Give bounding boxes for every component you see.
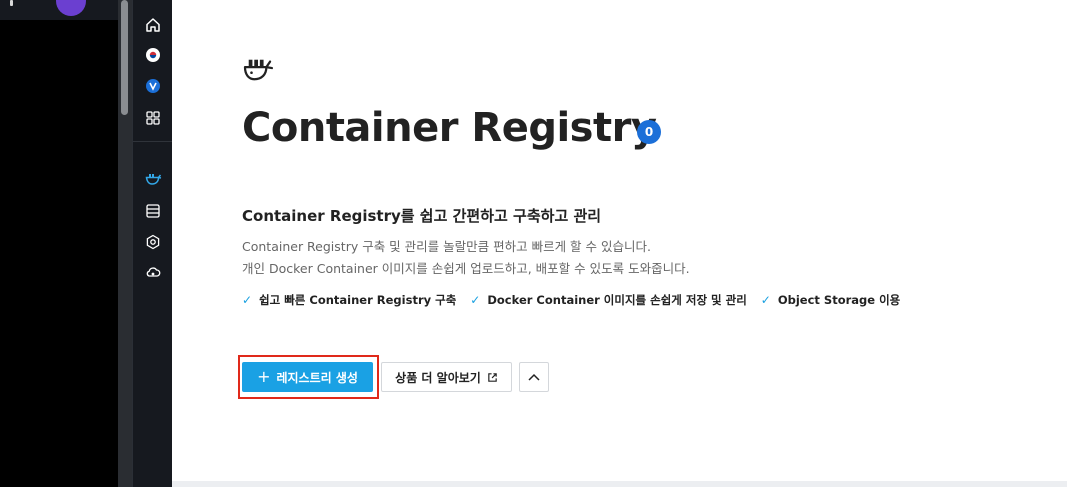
korea-flag-icon <box>146 48 160 62</box>
feature-list: ✓ 쉽고 빠른 Container Registry 구축 ✓ Docker C… <box>242 292 900 308</box>
service-rail <box>132 0 173 487</box>
rail-divider <box>133 141 173 142</box>
scrollbar-thumb[interactable] <box>121 0 128 115</box>
v-badge-icon <box>146 79 160 93</box>
feature-label: 쉽고 빠른 Container Registry 구축 <box>259 293 457 307</box>
check-icon: ✓ <box>242 293 253 307</box>
external-link-icon <box>487 372 498 383</box>
registry-count-badge: 0 <box>637 120 661 144</box>
rail-item-home[interactable] <box>138 12 168 38</box>
product-description-line: 개인 Docker Container 이미지를 손쉽게 업로드하고, 배포할 … <box>242 261 690 276</box>
container-registry-icon <box>243 59 274 81</box>
product-description-line: Container Registry 구축 및 관리를 놀랄만큼 편하고 빠르게… <box>242 239 651 254</box>
learn-more-button[interactable]: 상품 더 알아보기 <box>381 362 512 392</box>
rail-item-network[interactable] <box>138 260 168 286</box>
feature-item: ✓ 쉽고 빠른 Container Registry 구축 <box>242 292 456 308</box>
left-pane-marker <box>10 0 13 6</box>
feature-label: Object Storage 이용 <box>777 293 901 307</box>
apps-grid-icon <box>146 111 160 125</box>
cloud-network-icon <box>146 267 161 277</box>
rail-item-region[interactable] <box>138 42 168 68</box>
chevron-up-icon <box>528 373 540 381</box>
feature-item: ✓ Object Storage 이용 <box>761 292 900 308</box>
learn-more-label: 상품 더 알아보기 <box>395 370 481 385</box>
rail-item-container-registry[interactable] <box>138 166 168 192</box>
home-icon <box>146 18 160 32</box>
plus-icon: + <box>257 367 271 386</box>
rail-item-all-services[interactable] <box>138 105 168 131</box>
rail-item-storage[interactable] <box>138 198 168 224</box>
page-title: Container Registry <box>242 105 657 151</box>
feature-label: Docker Container 이미지를 손쉽게 저장 및 관리 <box>487 293 747 307</box>
check-icon: ✓ <box>760 293 771 307</box>
content-footer-band <box>172 481 1067 487</box>
rail-item-v[interactable] <box>138 73 168 99</box>
check-icon: ✓ <box>470 293 481 307</box>
hexagon-settings-icon <box>146 234 160 250</box>
create-registry-label: 레지스트리 생성 <box>276 370 358 385</box>
feature-item: ✓ Docker Container 이미지를 손쉽게 저장 및 관리 <box>470 292 747 308</box>
rail-item-kubernetes[interactable] <box>138 229 168 255</box>
storage-icon <box>146 204 160 218</box>
container-registry-icon <box>145 173 161 185</box>
product-subtitle: Container Registry를 쉽고 간편하고 구축하고 관리 <box>242 207 602 225</box>
create-registry-button[interactable]: + 레지스트리 생성 <box>242 362 373 392</box>
left-pane <box>0 0 118 487</box>
collapse-button[interactable] <box>519 362 549 392</box>
